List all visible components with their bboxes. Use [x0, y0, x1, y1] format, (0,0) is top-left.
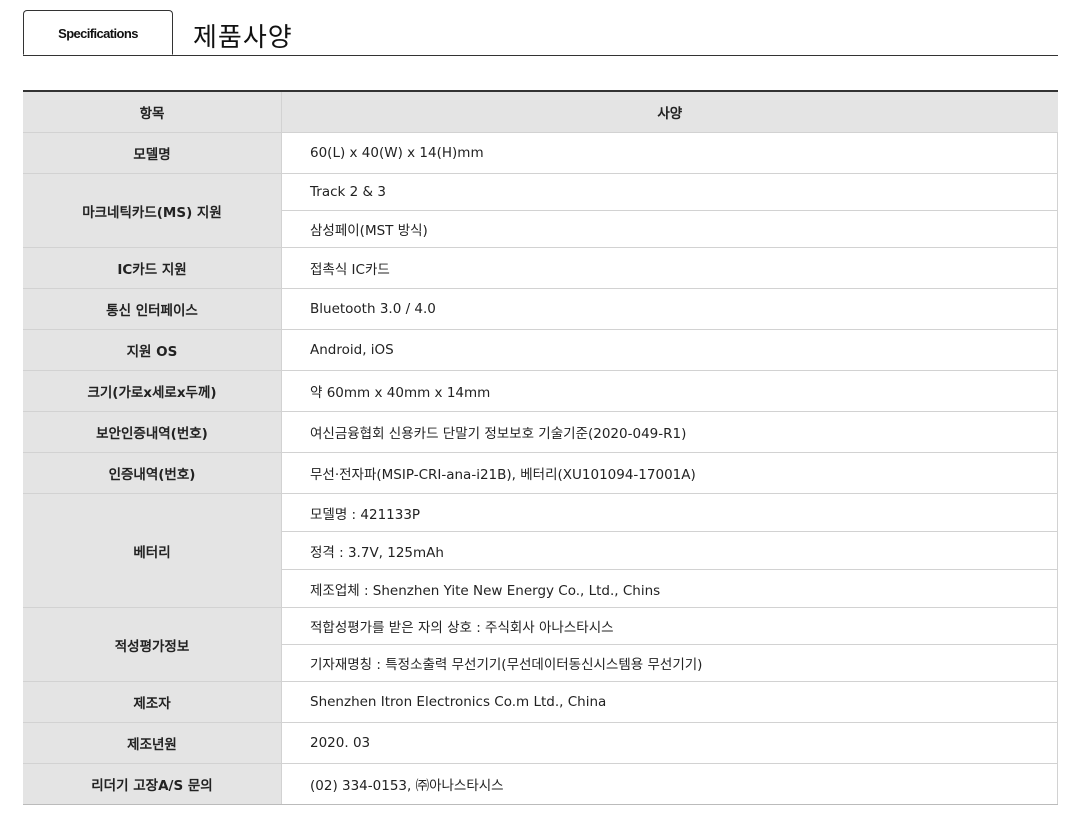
row-value: Android, iOS	[281, 329, 1058, 371]
row-value: Track 2 & 3	[281, 173, 1058, 211]
row-value: 2020. 03	[281, 722, 1058, 764]
table-row: 적성평가정보 적합성평가를 받은 자의 상호 : 주식회사 아나스타시스	[23, 607, 1058, 682]
row-label: 지원 OS	[23, 329, 282, 371]
row-value: 삼성페이(MST 방식)	[281, 210, 1058, 248]
page-title: 제품사양	[193, 23, 293, 53]
row-label: 보안인증내역(번호)	[23, 411, 282, 453]
row-value: Bluetooth 3.0 / 4.0	[281, 288, 1058, 330]
table-row: 제조년원 2020. 03	[23, 722, 1058, 764]
table-row: 크기(가로x세로x두께) 약 60mm x 40mm x 14mm	[23, 370, 1058, 412]
table-row: 리더기 고장A/S 문의 (02) 334-0153, ㈜아나스타시스	[23, 763, 1058, 805]
row-label: 제조자	[23, 681, 282, 723]
table-row: 보안인증내역(번호) 여신금융협회 신용카드 단말기 정보보호 기술기준(202…	[23, 411, 1058, 453]
row-label: 마크네틱카드(MS) 지원	[23, 173, 282, 248]
row-value: 약 60mm x 40mm x 14mm	[281, 370, 1058, 412]
row-value: (02) 334-0153, ㈜아나스타시스	[281, 763, 1058, 805]
row-label: 통신 인터페이스	[23, 288, 282, 330]
row-value: 제조업체 : Shenzhen Yite New Energy Co., Ltd…	[281, 569, 1058, 608]
row-value: 60(L) x 40(W) x 14(H)mm	[281, 132, 1058, 174]
row-value: 모델명 : 421133P	[281, 493, 1058, 532]
row-label: 인증내역(번호)	[23, 452, 282, 494]
row-label: 모델명	[23, 132, 282, 174]
table-row: 모델명 60(L) x 40(W) x 14(H)mm	[23, 132, 1058, 174]
row-value: Shenzhen Itron Electronics Co.m Ltd., Ch…	[281, 681, 1058, 723]
table-row: 통신 인터페이스 Bluetooth 3.0 / 4.0	[23, 288, 1058, 330]
tab-specifications[interactable]: Specifications	[23, 10, 173, 55]
row-value: 적합성평가를 받은 자의 상호 : 주식회사 아나스타시스	[281, 607, 1058, 645]
column-header-item: 항목	[23, 90, 282, 133]
table-row: 인증내역(번호) 무선·전자파(MSIP-CRI-ana-i21B), 베터리(…	[23, 452, 1058, 494]
row-value: 여신금융협회 신용카드 단말기 정보보호 기술기준(2020-049-R1)	[281, 411, 1058, 453]
table-row: IC카드 지원 접촉식 IC카드	[23, 247, 1058, 289]
spec-header: Specifications 제품사양	[23, 10, 1058, 56]
table-header-row: 항목 사양	[23, 90, 1058, 133]
table-row: 제조자 Shenzhen Itron Electronics Co.m Ltd.…	[23, 681, 1058, 723]
table-row: 베터리 모델명 : 421133P	[23, 493, 1058, 608]
row-value: 접촉식 IC카드	[281, 247, 1058, 289]
header-divider	[23, 55, 1058, 56]
row-value: 무선·전자파(MSIP-CRI-ana-i21B), 베터리(XU101094-…	[281, 452, 1058, 494]
table-row: 마크네틱카드(MS) 지원 Track 2 & 3	[23, 173, 1058, 248]
row-value: 정격 : 3.7V, 125mAh	[281, 531, 1058, 570]
row-label: IC카드 지원	[23, 247, 282, 289]
spec-table: 항목 사양 모델명 60(L) x 40(W) x 14(H)mm 마크네틱카드…	[23, 90, 1058, 805]
row-value: 기자재명칭 : 특정소출력 무선기기(무선데이터동신시스템용 무선기기)	[281, 644, 1058, 682]
row-label: 베터리	[23, 493, 282, 608]
column-header-spec: 사양	[281, 90, 1058, 133]
row-label: 크기(가로x세로x두께)	[23, 370, 282, 412]
table-row: 지원 OS Android, iOS	[23, 329, 1058, 371]
row-label: 적성평가정보	[23, 607, 282, 682]
row-label: 제조년원	[23, 722, 282, 764]
row-label: 리더기 고장A/S 문의	[23, 763, 282, 805]
